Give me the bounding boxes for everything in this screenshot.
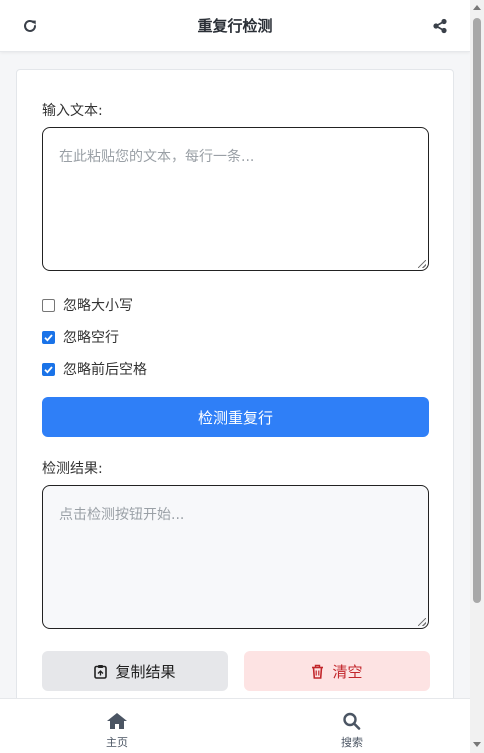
- refresh-icon: [24, 19, 36, 32]
- search-icon: [343, 712, 361, 730]
- resize-handle[interactable]: [418, 618, 426, 626]
- app-page: 重复行检测 输入文本: 在此粘贴您的文本，每行一条... 忽略大小写 忽略空行: [0, 0, 484, 753]
- page-title: 重复行检测: [197, 17, 273, 35]
- ignore-case-checkbox[interactable]: [42, 298, 55, 312]
- input-placeholder: 在此粘贴您的文本，每行一条...: [59, 149, 255, 165]
- bottom-nav: 主页 搜索: [0, 698, 470, 753]
- top-bar: 重复行检测: [0, 0, 470, 52]
- share-icon: [433, 18, 447, 34]
- scroll-up-arrow[interactable]: [473, 5, 481, 10]
- copy-result-button[interactable]: 复制结果: [42, 651, 228, 691]
- clear-button[interactable]: 清空: [244, 651, 430, 691]
- input-textarea[interactable]: 在此粘贴您的文本，每行一条...: [42, 127, 429, 271]
- detect-duplicates-button[interactable]: 检测重复行: [42, 397, 429, 437]
- option-label: 忽略前后空格: [63, 362, 147, 378]
- clear-label: 清空: [332, 662, 363, 681]
- refresh-button[interactable]: [18, 14, 42, 38]
- share-button[interactable]: [428, 14, 452, 38]
- option-trim-spaces[interactable]: 忽略前后空格: [42, 360, 147, 378]
- copy-result-label: 复制结果: [115, 662, 176, 681]
- resize-handle[interactable]: [418, 260, 426, 268]
- trash-icon: [312, 664, 324, 679]
- option-ignore-empty-lines[interactable]: 忽略空行: [42, 328, 119, 346]
- result-placeholder: 点击检测按钮开始...: [59, 507, 185, 523]
- detector-card: 输入文本: 在此粘贴您的文本，每行一条... 忽略大小写 忽略空行 忽略前后空格…: [16, 69, 454, 709]
- scroll-thumb[interactable]: [473, 18, 481, 603]
- trim-spaces-checkbox[interactable]: [42, 362, 55, 376]
- nav-item-search[interactable]: 搜索: [322, 712, 382, 750]
- input-label: 输入文本:: [42, 103, 103, 119]
- clipboard-icon: [94, 664, 108, 679]
- result-textarea[interactable]: 点击检测按钮开始...: [42, 485, 429, 629]
- nav-item-home[interactable]: 主页: [87, 712, 147, 750]
- option-label: 忽略空行: [63, 330, 119, 346]
- check-icon: [44, 333, 53, 342]
- home-icon: [107, 713, 127, 729]
- nav-label-search: 搜索: [341, 736, 363, 749]
- result-label: 检测结果:: [42, 461, 103, 477]
- check-icon: [44, 365, 53, 374]
- page-scrollbar[interactable]: [470, 0, 484, 753]
- option-label: 忽略大小写: [63, 298, 133, 314]
- nav-label-home: 主页: [106, 736, 128, 749]
- scroll-down-arrow[interactable]: [473, 742, 481, 747]
- option-ignore-case[interactable]: 忽略大小写: [42, 296, 133, 314]
- ignore-empty-lines-checkbox[interactable]: [42, 330, 55, 344]
